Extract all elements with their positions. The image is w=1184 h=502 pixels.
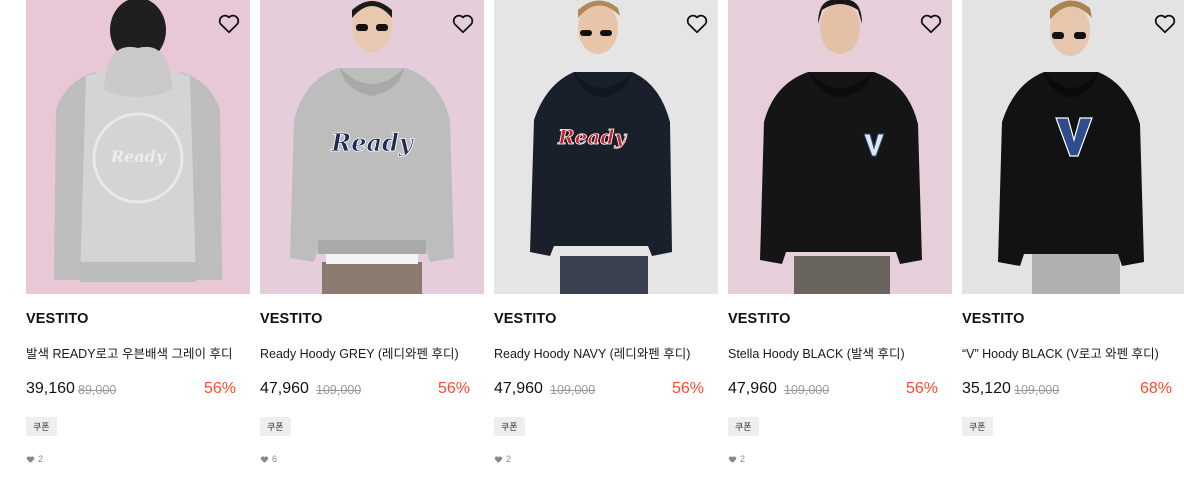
svg-text:Ready: Ready	[557, 125, 627, 149]
heart-icon	[26, 455, 35, 463]
price-row: 47,960 109,000 56%	[494, 380, 704, 402]
svg-text:Ready: Ready	[330, 128, 415, 157]
like-count-value: 2	[506, 454, 512, 464]
like-count: 2	[26, 454, 43, 464]
product-name[interactable]: Ready Hoody NAVY (레디와펜 후디)	[494, 343, 718, 362]
wishlist-heart-icon[interactable]	[684, 10, 710, 36]
wishlist-heart-icon[interactable]	[450, 10, 476, 36]
like-count: 2	[728, 454, 745, 464]
sale-price: 39,160	[26, 380, 75, 397]
product-image[interactable]	[962, 0, 1184, 294]
svg-text:Ready: Ready	[110, 147, 167, 166]
brand-name[interactable]: VESTITO	[728, 311, 790, 327]
original-price: 109,000	[316, 383, 362, 397]
original-price: 109,000	[550, 383, 596, 397]
product-name[interactable]: Stella Hoody BLACK (발색 후디)	[728, 343, 952, 362]
original-price: 109,000	[1014, 383, 1060, 397]
price-row: 39,160 89,000 56%	[26, 380, 236, 402]
coupon-badge: 쿠폰	[962, 417, 993, 436]
product-card[interactable]: Ready VESTITO 발색 READY로고 우븐배색 그레이 후디 39,…	[26, 0, 250, 480]
like-count-value: 2	[740, 454, 746, 464]
product-card[interactable]: VESTITO Stella Hoody BLACK (발색 후디) 47,96…	[728, 0, 952, 480]
brand-name[interactable]: VESTITO	[962, 311, 1024, 327]
product-photo: Ready	[494, 0, 718, 294]
like-count-value: 6	[272, 454, 278, 464]
product-name[interactable]: “V” Hoody BLACK (V로고 와펜 후디)	[962, 343, 1184, 362]
original-price: 109,000	[784, 383, 830, 397]
coupon-badge: 쿠폰	[728, 417, 759, 436]
coupon-badge: 쿠폰	[494, 417, 525, 436]
brand-name[interactable]: VESTITO	[494, 311, 556, 327]
brand-name[interactable]: VESTITO	[260, 311, 322, 327]
product-photo: Ready	[260, 0, 484, 294]
heart-icon	[494, 455, 503, 463]
wishlist-heart-icon[interactable]	[216, 10, 242, 36]
discount-rate: 56%	[671, 380, 704, 397]
sale-price: 47,960	[494, 380, 543, 397]
coupon-badge: 쿠폰	[260, 417, 291, 436]
product-photo: Ready	[26, 0, 250, 294]
product-photo	[962, 0, 1184, 294]
like-count: 2	[494, 454, 511, 464]
product-card[interactable]: Ready VESTITO Ready Hoody GREY (레디와펜 후디)…	[260, 0, 484, 480]
wishlist-heart-icon[interactable]	[1152, 10, 1178, 36]
brand-name[interactable]: VESTITO	[26, 311, 88, 327]
product-image[interactable]: Ready	[26, 0, 250, 294]
sale-price: 47,960	[260, 380, 309, 397]
discount-rate: 56%	[905, 380, 938, 397]
sale-price: 47,960	[728, 380, 777, 397]
coupon-badge: 쿠폰	[26, 417, 57, 436]
product-image[interactable]: Ready	[494, 0, 718, 294]
sale-price: 35,120	[962, 380, 1011, 397]
discount-rate: 56%	[437, 380, 470, 397]
discount-rate: 56%	[203, 380, 236, 397]
product-image[interactable]: Ready	[260, 0, 484, 294]
like-count-value: 2	[38, 454, 44, 464]
like-count: 6	[260, 454, 277, 464]
product-name[interactable]: Ready Hoody GREY (레디와펜 후디)	[260, 343, 484, 362]
wishlist-heart-icon[interactable]	[918, 10, 944, 36]
price-row: 35,120 109,000 68%	[962, 380, 1172, 402]
heart-icon	[728, 455, 737, 463]
product-card[interactable]: Ready VESTITO Ready Hoody NAVY (레디와펜 후디)…	[494, 0, 718, 480]
heart-icon	[260, 455, 269, 463]
product-photo	[728, 0, 952, 294]
product-card[interactable]: VESTITO “V” Hoody BLACK (V로고 와펜 후디) 35,1…	[962, 0, 1184, 480]
product-name[interactable]: 발색 READY로고 우븐배색 그레이 후디	[26, 343, 250, 362]
price-row: 47,960 109,000 56%	[728, 380, 938, 402]
product-image[interactable]	[728, 0, 952, 294]
price-row: 47,960 109,000 56%	[260, 380, 470, 402]
discount-rate: 68%	[1139, 380, 1172, 397]
original-price: 89,000	[78, 383, 117, 397]
